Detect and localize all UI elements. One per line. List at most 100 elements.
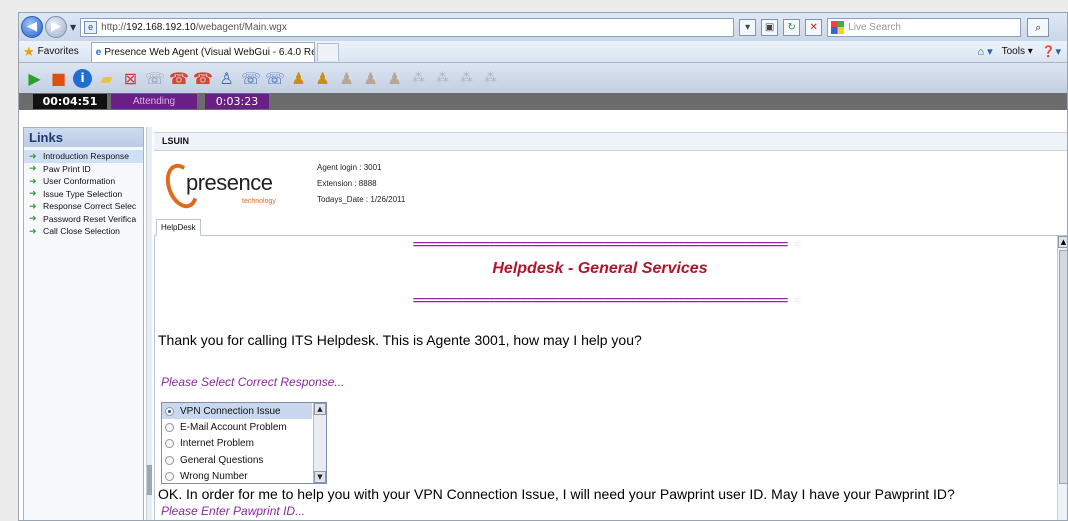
scroll-up-icon[interactable]: ▲ — [1058, 236, 1067, 248]
scroll-up-icon[interactable]: ▲ — [314, 403, 326, 415]
stop-icon[interactable]: ✕ — [805, 18, 823, 36]
agent-state-label: Attending — [111, 94, 197, 109]
option-label: Internet Problem — [180, 438, 254, 450]
sidebar-item-call-close[interactable]: ➜ Call Close Selection — [24, 225, 143, 238]
option-email-account[interactable]: E-Mail Account Problem — [162, 419, 312, 435]
option-label: General Questions — [180, 454, 264, 466]
close-window-icon[interactable]: ⊠ — [121, 69, 140, 88]
response-listbox[interactable]: VPN Connection Issue E-Mail Account Prob… — [161, 402, 327, 484]
forward-icon[interactable]: ▶ — [45, 16, 67, 38]
stop-square-icon[interactable]: ■ — [49, 69, 68, 88]
option-wrong-number[interactable]: Wrong Number — [162, 469, 312, 483]
sidebar-item-response-correct[interactable]: ➜ Response Correct Selec — [24, 200, 143, 213]
agent-toolbar: ▶ ■ i ▰ ⊠ ☏ ☎ ☎ ♙ ☏ ☏ ♟ ♟ ♟ ♟ ♟ ⁂ ⁂ ⁂ ⁂ — [19, 63, 1067, 93]
address-dropdown-icon[interactable]: ▾ — [739, 18, 757, 36]
option-vpn-connection[interactable]: VPN Connection Issue — [162, 403, 312, 420]
option-label: Wrong Number — [180, 471, 248, 483]
conference-icon[interactable]: ♙ — [217, 69, 236, 88]
call-forward-icon[interactable]: ☏ — [241, 69, 261, 88]
tools-label: Tools — [1001, 46, 1025, 57]
agent-info-icon[interactable]: ♟ — [313, 69, 332, 88]
tab-helpdesk[interactable]: HelpDesk — [156, 219, 201, 236]
logo-wordmark: presence — [186, 170, 273, 195]
phone-answer-icon[interactable]: ☎ — [169, 69, 189, 88]
toolbar-spacer — [19, 110, 1067, 122]
back-icon[interactable]: ◀ — [21, 16, 43, 38]
option-label: VPN Connection Issue — [180, 405, 281, 417]
sidebar-item-label: User Conformation — [43, 176, 116, 187]
dial-icon-3[interactable]: ⁂ — [457, 69, 476, 88]
phone-hangup-icon[interactable]: ☎ — [193, 69, 213, 88]
option-general-questions[interactable]: General Questions — [162, 452, 312, 468]
history-dropdown-icon[interactable]: ▼ — [70, 23, 76, 32]
compatibility-icon[interactable]: ▣ — [761, 18, 779, 36]
address-field[interactable]: e http://192.168.192.10/webagent/Main.wg… — [80, 17, 735, 37]
sidebar-item-user-conformation[interactable]: ➜ User Conformation — [24, 175, 143, 188]
notes-icon[interactable]: ▰ — [97, 69, 116, 88]
sidebar-item-label: Password Reset Verifica — [43, 213, 137, 224]
panel-splitter[interactable] — [146, 127, 152, 520]
content-tabs: HelpDesk — [154, 219, 1067, 236]
links-sidebar: Links ➜ Introduction Response ➜ Paw Print … — [23, 127, 144, 520]
address-toolbar: ◀ ▶ ▼ e http://192.168.192.10/webagent/M… — [19, 13, 1067, 41]
agent-status-icon[interactable]: ♟ — [289, 69, 308, 88]
select-prompt: Please Select Correct Response... — [161, 375, 345, 389]
sidebar-item-paw-print-id[interactable]: ➜ Paw Print ID — [24, 163, 143, 176]
radio-icon[interactable] — [165, 455, 174, 465]
help-icon[interactable]: ❓▾ — [1042, 45, 1061, 58]
splitter-grip[interactable] — [147, 465, 152, 495]
page-icon: e — [84, 20, 98, 34]
logo-tagline: technology — [242, 198, 276, 205]
favorites-label: Favorites — [37, 46, 79, 57]
script-title: Helpdesk - General Services — [492, 260, 708, 277]
radio-icon[interactable] — [165, 439, 174, 449]
agent-busy-icon[interactable]: ♟ — [337, 69, 356, 88]
sidebar-item-issue-type-selection[interactable]: ➜ Issue Type Selection — [24, 188, 143, 201]
scroll-down-icon[interactable]: ▼ — [314, 471, 326, 483]
tools-menu[interactable]: Tools ▾ — [1002, 46, 1033, 57]
home-icon[interactable]: ⌂ ▾ — [977, 45, 992, 58]
sidebar-item-label: Introduction Response — [43, 151, 129, 162]
radio-icon[interactable] — [165, 406, 174, 416]
scroll-thumb[interactable] — [1059, 250, 1067, 484]
new-tab-button[interactable] — [316, 42, 339, 61]
script-content: ========================================… — [154, 236, 1057, 520]
dial-icon-4[interactable]: ⁂ — [481, 69, 500, 88]
call-timer: 00:04:51 — [33, 94, 107, 109]
todays-date: Todays_Date : 1/26/2011 — [317, 195, 406, 204]
tabs-toolbar: ★ Favorites e Presence Web Agent (Visual… — [19, 41, 1067, 63]
radio-icon[interactable] — [165, 423, 174, 433]
sidebar-item-label: Call Close Selection — [43, 226, 120, 237]
transfer-icon[interactable]: ☏ — [145, 69, 165, 88]
play-icon[interactable]: ▶ — [25, 69, 44, 88]
dial-icon-1[interactable]: ⁂ — [409, 69, 428, 88]
search-icon[interactable]: ⌕ — [1027, 17, 1050, 37]
search-field[interactable]: Live Search — [827, 17, 1022, 37]
link-arrow-icon: ➜ — [29, 150, 37, 161]
radio-icon[interactable] — [165, 472, 174, 482]
option-internet-problem[interactable]: Internet Problem — [162, 436, 312, 452]
browser-tab[interactable]: e Presence Web Agent (Visual WebGui - 6.… — [90, 41, 315, 62]
refresh-icon[interactable]: ↻ — [783, 18, 801, 36]
command-bar: ⌂ ▾ Tools ▾ ❓▾ — [977, 45, 1067, 58]
section-header: LSUIN — [154, 132, 1067, 151]
link-arrow-icon: ➜ — [29, 225, 37, 236]
answer-text: OK. In order for me to help you with you… — [158, 486, 955, 502]
favorites-button[interactable]: ★ Favorites — [19, 44, 85, 60]
info-icon[interactable]: i — [73, 68, 92, 88]
browser-window: ◀ ▶ ▼ e http://192.168.192.10/webagent/M… — [18, 12, 1068, 521]
state-timer: 0:03:23 — [205, 94, 269, 109]
agent-extension: Extension : 8888 — [317, 179, 377, 188]
ie-icon: e — [95, 46, 102, 58]
listbox-scrollbar[interactable]: ▲ ▼ — [313, 403, 326, 483]
sidebar-item-password-reset[interactable]: ➜ Password Reset Verifica — [24, 213, 143, 226]
sidebar-item-introduction-response[interactable]: ➜ Introduction Response — [24, 150, 143, 163]
link-arrow-icon: ➜ — [29, 163, 37, 174]
address-host: 192.168.192.10 — [126, 21, 196, 33]
links-list: ➜ Introduction Response ➜ Paw Print ID ➜ Us… — [24, 147, 143, 238]
call-hold-icon[interactable]: ☏ — [265, 69, 285, 88]
dial-icon-2[interactable]: ⁂ — [433, 69, 452, 88]
content-scrollbar[interactable]: ▲ — [1057, 236, 1067, 520]
agent-break-icon[interactable]: ♟ — [385, 69, 404, 88]
agent-away-icon[interactable]: ♟ — [361, 69, 380, 88]
